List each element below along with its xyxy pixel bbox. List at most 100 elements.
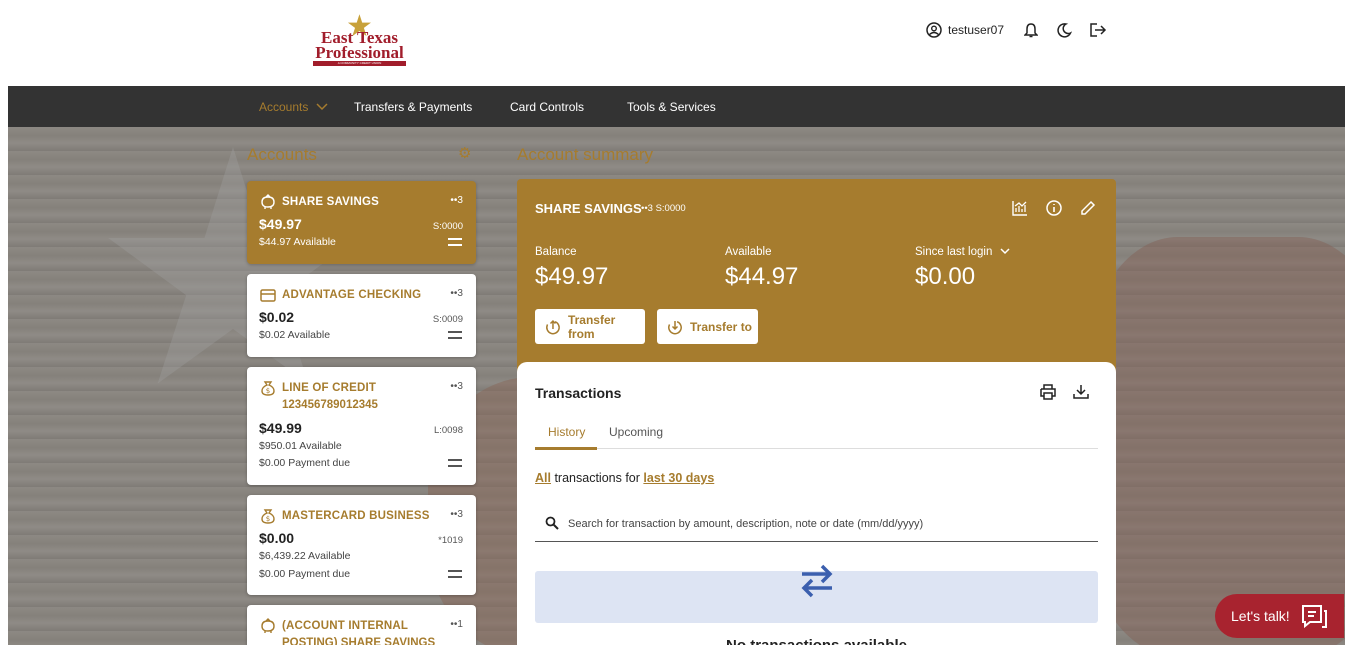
account-code: *1019 (438, 535, 463, 546)
account-number: 123456789012345 (282, 399, 378, 411)
piggy-bank-icon (261, 618, 275, 633)
swap-arrows-icon (801, 564, 833, 598)
nav-tools-services[interactable]: Tools & Services (627, 86, 716, 127)
balance-value: $49.97 (535, 263, 609, 290)
user-icon (926, 22, 942, 38)
username: testuser07 (948, 23, 1005, 37)
transactions-panel: Transactions History Upcoming All transa… (517, 362, 1116, 645)
print-icon[interactable] (1039, 383, 1057, 401)
filter-range-link[interactable]: last 30 days (643, 471, 714, 485)
svg-text:$: $ (266, 387, 270, 395)
lets-talk-label: Let's talk! (1231, 608, 1290, 624)
empty-state-text: No transactions available (517, 637, 1116, 645)
moon-icon[interactable] (1055, 20, 1073, 40)
money-bag-icon: $ (261, 509, 275, 524)
logo-line-2: Professional (315, 43, 404, 62)
svg-text:$: $ (266, 515, 270, 523)
account-name: (ACCOUNT INTERNAL (282, 620, 409, 632)
chevron-down-icon (316, 103, 328, 111)
money-bag-icon: $ (261, 381, 275, 396)
summary-account-mask: ••3 S:0000 (641, 203, 686, 214)
balance-label: Balance (535, 246, 577, 258)
account-summary-card: SHARE SAVINGS ••3 S:0000 Balance $49.97 … (517, 179, 1116, 379)
transfer-to-button[interactable]: Transfer to (657, 309, 758, 344)
accounts-heading: Accounts (247, 145, 317, 164)
main-nav: Accounts Transfers & Payments Card Contr… (8, 86, 1345, 127)
search-icon (545, 516, 559, 530)
nav-accounts[interactable]: Accounts (259, 86, 328, 127)
account-available: $0.02 Available (259, 329, 331, 341)
account-card-advantage-checking[interactable]: ADVANTAGE CHECKING ••3 $0.02 S:0009 $0.0… (247, 274, 476, 357)
account-balance: $49.97 (259, 216, 302, 232)
account-mask: ••3 (450, 288, 463, 299)
drag-handle-icon[interactable] (448, 238, 462, 246)
account-balance: $0.02 (259, 309, 295, 325)
chart-icon[interactable] (1011, 199, 1029, 217)
account-name: SHARE SAVINGS (282, 196, 379, 208)
account-code: S:0009 (432, 314, 463, 325)
account-mask: ••3 (450, 509, 463, 520)
drag-handle-icon[interactable] (448, 570, 462, 578)
account-name: MASTERCARD BUSINESS (282, 510, 430, 522)
transfer-to-label: Transfer to (690, 319, 753, 334)
transfer-from-button[interactable]: Transfer from (535, 309, 645, 344)
since-last-login-label: Since last login (915, 246, 993, 258)
piggy-bank-icon (261, 194, 275, 209)
gear-icon[interactable]: ⚙ (458, 144, 471, 162)
account-available: $6,439.22 Available (259, 550, 351, 562)
account-mask: ••3 (450, 195, 463, 206)
drag-handle-icon[interactable] (448, 331, 462, 339)
account-balance: $49.99 (259, 420, 302, 436)
bell-icon[interactable] (1022, 20, 1040, 40)
account-balance: $0.00 (259, 530, 295, 546)
since-last-login-value: $0.00 (915, 263, 976, 290)
tab-divider (535, 448, 1098, 449)
account-mask: ••3 (450, 381, 463, 392)
info-icon[interactable] (1045, 199, 1063, 217)
available-label: Available (725, 246, 772, 258)
nav-accounts-label: Accounts (259, 100, 309, 114)
account-available: $44.97 Available (259, 236, 336, 248)
transfer-from-label: Transfer from (567, 312, 616, 341)
account-summary-heading: Account summary (517, 145, 654, 164)
account-available: $950.01 Available (259, 440, 342, 452)
tab-history[interactable]: History (548, 425, 585, 439)
account-name: LINE OF CREDIT (282, 382, 377, 394)
filter-text: transactions for (550, 471, 644, 485)
filter-all-link[interactable]: All (535, 471, 551, 485)
summary-account-name: SHARE SAVINGS (535, 201, 642, 216)
lets-talk-button[interactable]: Let's talk! (1215, 594, 1344, 638)
transfer-to-icon (668, 320, 682, 334)
account-code: L:0098 (433, 425, 463, 436)
account-name-line-2: POSTING) SHARE SAVINGS (282, 637, 436, 645)
account-card-line-of-credit[interactable]: $ LINE OF CREDIT 123456789012345 ••3 $49… (247, 367, 476, 485)
download-icon[interactable] (1072, 383, 1090, 401)
available-value: $44.97 (725, 263, 799, 290)
account-mask: ••1 (450, 619, 463, 630)
nav-card-controls[interactable]: Card Controls (510, 86, 584, 127)
transaction-filter: All transactions for last 30 days (535, 471, 714, 485)
logout-icon[interactable] (1089, 20, 1107, 40)
transactions-title: Transactions (535, 385, 622, 401)
payment-due: $0.00 Payment due (259, 568, 351, 580)
search-input[interactable] (568, 507, 1088, 541)
logo-tagline: A COMMUNITY CREDIT UNION (313, 61, 406, 66)
account-card-mastercard-business[interactable]: $ MASTERCARD BUSINESS ••3 $0.00 *1019 $6… (247, 495, 476, 595)
transaction-search (535, 507, 1098, 542)
header: ★ East Texas Professional A COMMUNITY CR… (0, 0, 1345, 86)
brand-logo[interactable]: ★ East Texas Professional A COMMUNITY CR… (312, 12, 407, 66)
nav-transfers-payments[interactable]: Transfers & Payments (354, 86, 472, 127)
tab-upcoming[interactable]: Upcoming (609, 425, 663, 439)
account-card-internal-posting[interactable]: (ACCOUNT INTERNAL POSTING) SHARE SAVINGS… (247, 605, 476, 645)
account-card-share-savings[interactable]: SHARE SAVINGS ••3 $49.97 S:0000 $44.97 A… (247, 181, 476, 264)
wallet-icon (260, 289, 276, 302)
payment-due: $0.00 Payment due (259, 457, 351, 469)
user-menu[interactable]: testuser07 (926, 20, 1004, 40)
edit-pencil-icon[interactable] (1079, 199, 1097, 217)
chevron-down-icon (1000, 248, 1010, 255)
account-code: S:0000 (432, 221, 463, 232)
drag-handle-icon[interactable] (448, 459, 462, 467)
since-last-login-dropdown[interactable]: Since last login (915, 246, 1010, 258)
transfer-from-icon (546, 319, 560, 334)
tab-active-indicator (535, 447, 597, 450)
